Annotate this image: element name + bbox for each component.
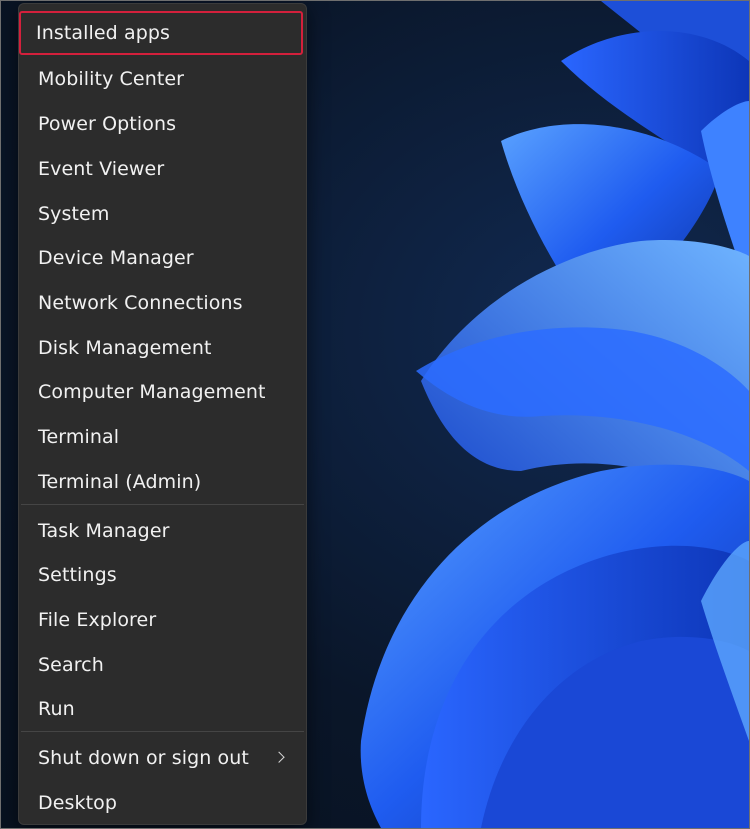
menu-item-event-viewer[interactable]: Event Viewer	[21, 148, 303, 190]
menu-item-desktop[interactable]: Desktop	[21, 782, 303, 824]
menu-item-terminal[interactable]: Terminal	[21, 416, 303, 458]
menu-item-network-connections[interactable]: Network Connections	[21, 282, 303, 324]
menu-item-power-options[interactable]: Power Options	[21, 103, 303, 145]
menu-item-system[interactable]: System	[21, 193, 303, 235]
menu-item-file-explorer[interactable]: File Explorer	[21, 599, 303, 641]
menu-item-disk-management[interactable]: Disk Management	[21, 327, 303, 369]
menu-item-shut-down-or-sign-out[interactable]: Shut down or sign out	[21, 737, 303, 779]
menu-divider	[21, 731, 304, 732]
menu-item-terminal-admin[interactable]: Terminal (Admin)	[21, 461, 303, 503]
menu-item-settings[interactable]: Settings	[21, 554, 303, 596]
menu-item-task-manager[interactable]: Task Manager	[21, 510, 303, 552]
menu-divider	[21, 504, 304, 505]
menu-item-run[interactable]: Run	[21, 688, 303, 730]
desktop-screen: Installed apps Mobility Center Power Opt…	[0, 0, 750, 829]
menu-item-installed-apps[interactable]: Installed apps	[19, 11, 303, 55]
menu-item-search[interactable]: Search	[21, 644, 303, 686]
menu-item-mobility-center[interactable]: Mobility Center	[21, 58, 303, 100]
power-user-menu: Installed apps Mobility Center Power Opt…	[18, 3, 307, 825]
chevron-right-icon	[273, 751, 285, 763]
menu-item-computer-management[interactable]: Computer Management	[21, 371, 303, 413]
menu-item-device-manager[interactable]: Device Manager	[21, 237, 303, 279]
